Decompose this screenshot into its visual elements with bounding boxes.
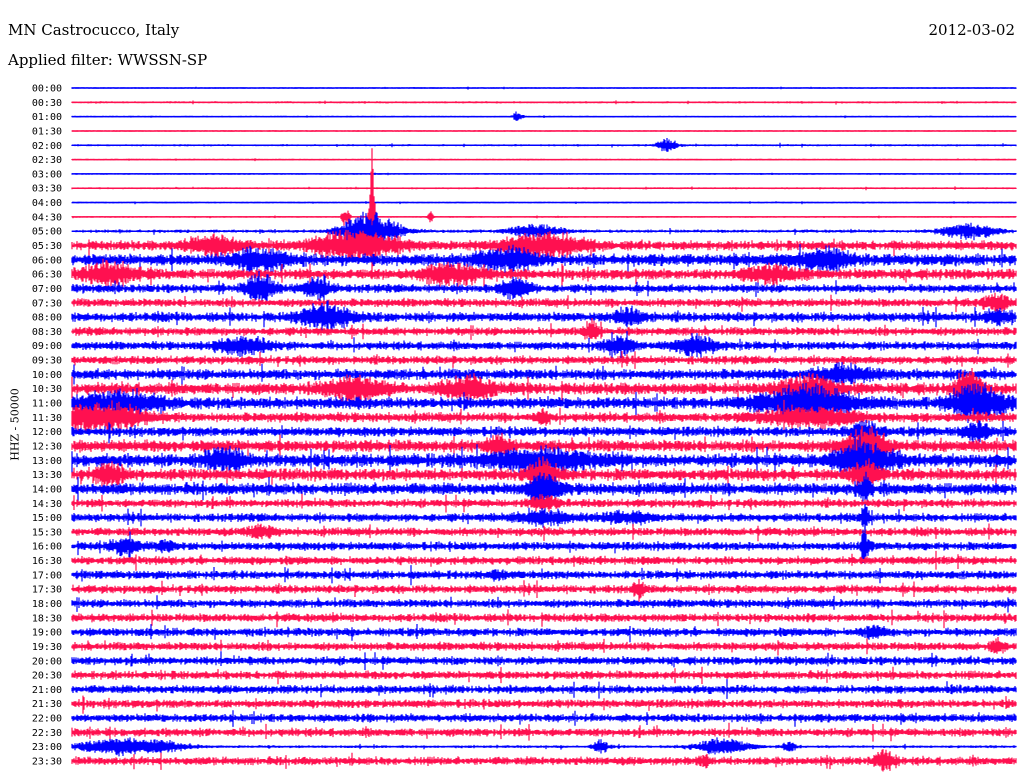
time-tick-label: 07:00	[32, 284, 62, 295]
time-tick-label: 06:00	[32, 255, 62, 266]
time-tick-label: 19:00	[32, 628, 62, 639]
time-tick-label: 02:00	[32, 141, 62, 152]
time-tick-label: 15:00	[32, 513, 62, 524]
time-tick-label: 22:30	[32, 728, 62, 739]
time-tick-label: 13:30	[32, 470, 62, 481]
time-tick-label: 11:30	[32, 413, 62, 424]
time-tick-label: 22:00	[32, 714, 62, 725]
time-tick-label: 20:00	[32, 656, 62, 667]
time-tick-label: 11:00	[32, 399, 62, 410]
time-tick-label: 03:30	[32, 184, 62, 195]
time-tick-label: 08:30	[32, 327, 62, 338]
time-tick-label: 18:00	[32, 599, 62, 610]
trace-1900	[71, 624, 1017, 643]
time-tick-label: 21:30	[32, 699, 62, 710]
time-tick-label: 17:00	[32, 570, 62, 581]
time-tick-label: 12:30	[32, 441, 62, 452]
time-tick-label: 09:00	[32, 341, 62, 352]
time-tick-label: 09:30	[32, 356, 62, 367]
time-tick-label: 00:30	[32, 98, 62, 109]
time-tick-label: 16:30	[32, 556, 62, 567]
time-tick-label: 12:00	[32, 427, 62, 438]
time-tick-label: 18:30	[32, 613, 62, 624]
time-tick-label: 05:30	[32, 241, 62, 252]
time-tick-label: 20:30	[32, 671, 62, 682]
time-tick-label: 13:00	[32, 456, 62, 467]
time-tick-label: 10:30	[32, 384, 62, 395]
time-tick-label: 04:00	[32, 198, 62, 209]
time-tick-label: 08:00	[32, 313, 62, 324]
time-tick-label: 19:30	[32, 642, 62, 653]
time-tick-label: 17:30	[32, 585, 62, 596]
time-tick-label: 23:00	[32, 742, 62, 753]
time-tick-label: 15:30	[32, 527, 62, 538]
time-tick-label: 01:00	[32, 112, 62, 123]
time-tick-label: 06:30	[32, 270, 62, 281]
time-tick-label: 07:30	[32, 298, 62, 309]
time-tick-label: 01:30	[32, 126, 62, 137]
time-tick-label: 10:00	[32, 370, 62, 381]
time-tick-label: 04:30	[32, 212, 62, 223]
time-tick-label: 23:30	[32, 757, 62, 768]
time-tick-label: 14:00	[32, 484, 62, 495]
trace-2130	[71, 695, 1017, 714]
time-tick-label: 05:00	[32, 227, 62, 238]
time-tick-label: 03:00	[32, 169, 62, 180]
time-tick-label: 02:30	[32, 155, 62, 166]
time-tick-label: 16:00	[32, 542, 62, 553]
time-tick-label: 21:00	[32, 685, 62, 696]
helicorder-plot: 00:00 00:30 01:00 01:30 02:00 02:30 03:00 03:30…	[32, 84, 1017, 772]
time-tick-label: 00:00	[32, 84, 62, 95]
time-tick-label: 14:30	[32, 499, 62, 510]
